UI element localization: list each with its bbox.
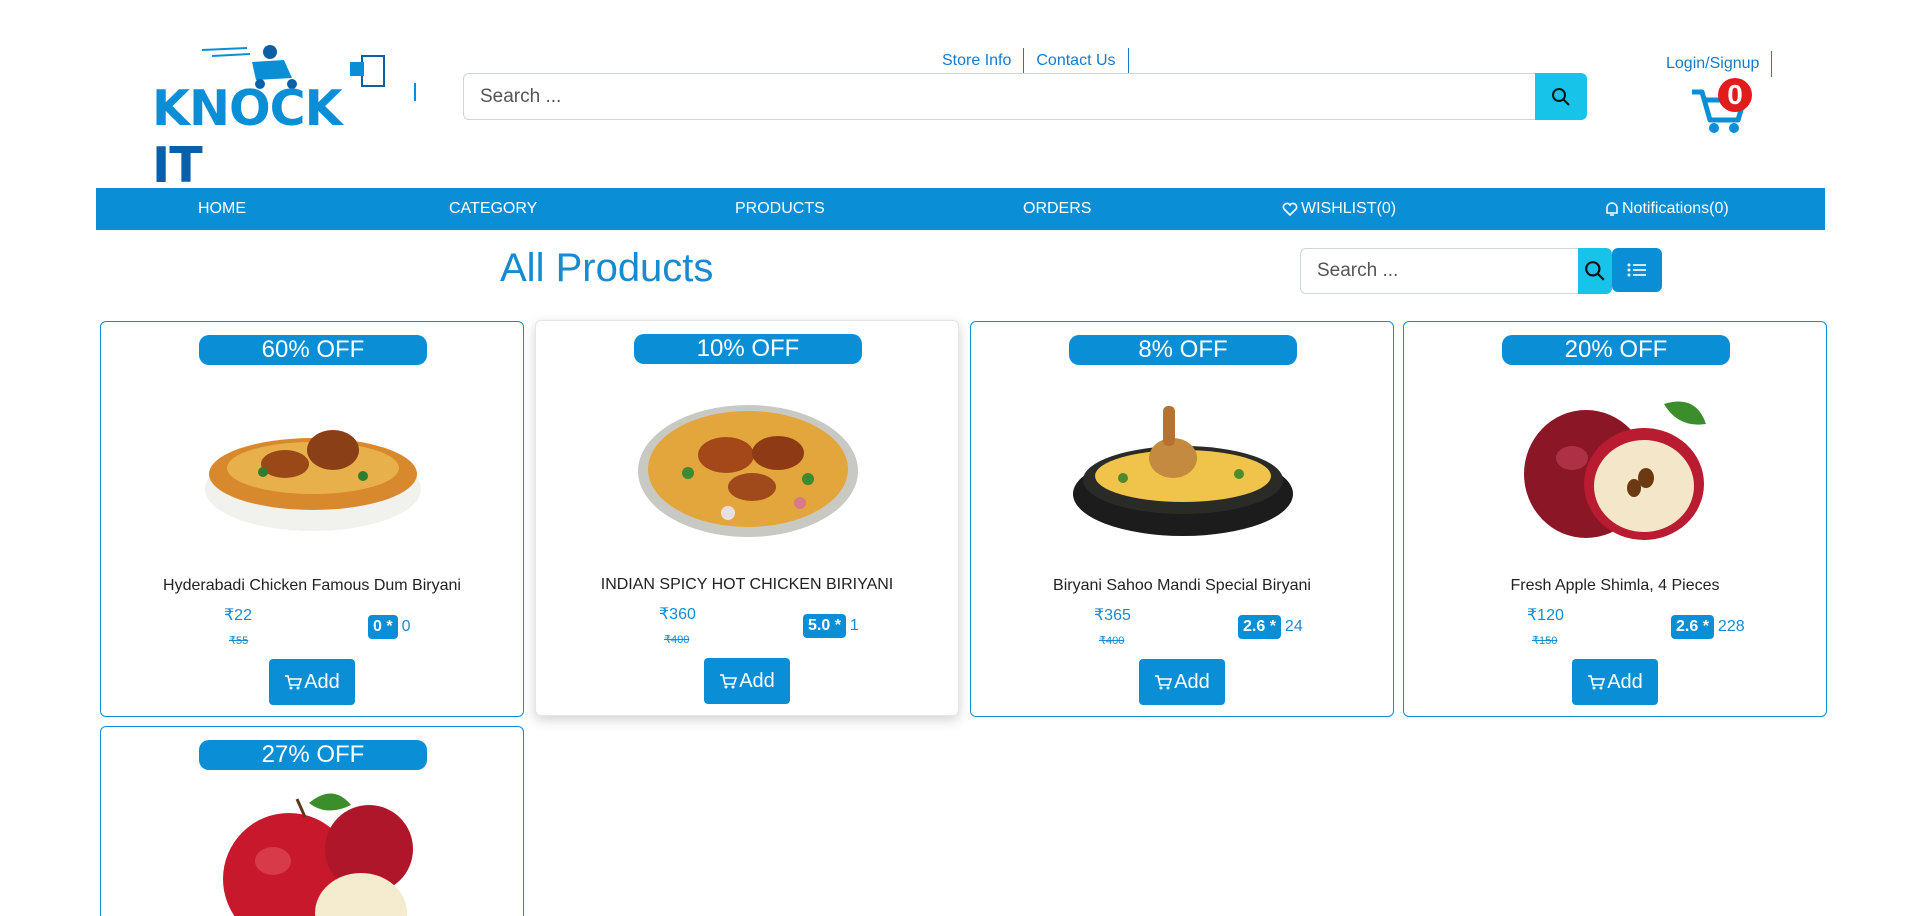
logo-text-knock: KNOCK (152, 80, 343, 137)
discount-badge: 20% OFF (1502, 335, 1730, 365)
add-to-cart-button[interactable]: Add (1572, 659, 1658, 705)
cart-icon (1588, 675, 1606, 690)
list-icon (1627, 263, 1646, 277)
heart-icon (1282, 202, 1298, 216)
product-rating: 0 * 0 (368, 615, 410, 639)
rating-badge: 5.0 * (803, 614, 846, 638)
product-name[interactable]: Hyderabadi Chicken Famous Dum Biryani (101, 577, 523, 595)
logo-divider (414, 83, 416, 101)
product-mrp: ₹150 (1532, 635, 1558, 647)
product-price: ₹365 (1094, 607, 1131, 624)
product-card[interactable]: 60% OFF Hyderabadi Chicken Famous Dum Bi… (100, 321, 524, 717)
add-label: Add (739, 669, 775, 692)
product-mrp: ₹55 (229, 635, 249, 647)
nav-orders[interactable]: ORDERS (1023, 188, 1091, 230)
product-rating: 5.0 * 1 (803, 614, 859, 638)
cart-count-badge: 0 (1718, 78, 1752, 112)
contact-us-link[interactable]: Contact Us (1024, 48, 1129, 74)
product-rating: 2.6 * 24 (1238, 615, 1303, 639)
product-mrp: ₹400 (1099, 635, 1125, 647)
discount-badge: 60% OFF (199, 335, 427, 365)
product-search (1300, 248, 1612, 294)
top-links: Store Info Contact Us (930, 48, 1129, 74)
add-label: Add (304, 670, 340, 693)
product-image-biryani-bowl (205, 430, 421, 531)
search-icon (1585, 261, 1605, 281)
product-image-biryani-handi (1073, 406, 1293, 536)
add-to-cart-button[interactable]: Add (704, 658, 790, 704)
nav-orders-label: ORDERS (1023, 200, 1092, 217)
login-signup-link[interactable]: Login/Signup (1666, 51, 1773, 77)
product-price: ₹22 (224, 607, 252, 624)
discount-badge: 8% OFF (1069, 335, 1297, 365)
logo[interactable]: KNOCK IT (152, 40, 392, 194)
nav-category-label: CATEGORY (449, 200, 538, 217)
nav-home-label: HOME (198, 200, 246, 217)
discount-badge: 10% OFF (634, 334, 862, 364)
rating-count: 228 (1717, 618, 1745, 635)
discount-badge: 27% OFF (199, 740, 427, 770)
store-info-link[interactable]: Store Info (930, 48, 1025, 74)
nav-products[interactable]: PRODUCTS (735, 188, 825, 230)
main-nav: HOME CATEGORY PRODUCTS ORDERS WISHLIST(0… (96, 188, 1825, 230)
add-label: Add (1607, 670, 1643, 693)
rating-badge: 0 * (368, 615, 398, 639)
add-label: Add (1174, 670, 1210, 693)
cart-icon (720, 674, 738, 689)
nav-category[interactable]: CATEGORY (449, 188, 537, 230)
product-price: ₹360 (659, 606, 696, 623)
header-search (463, 73, 1587, 120)
product-image-apple (1524, 401, 1706, 540)
page-title: All Products (500, 246, 714, 290)
product-card[interactable]: 20% OFF Fresh Apple Shimla, 4 Pieces ₹12… (1403, 321, 1827, 717)
product-rating: 2.6 * 228 (1671, 615, 1745, 639)
add-to-cart-button[interactable]: Add (269, 659, 355, 705)
rating-count: 1 (849, 617, 859, 634)
product-image-apples (223, 793, 413, 916)
add-to-cart-button[interactable]: Add (1139, 659, 1225, 705)
search-icon (1552, 87, 1570, 106)
product-card[interactable]: 8% OFF Biryani Sahoo Mandi Special Birya… (970, 321, 1394, 717)
product-price: ₹120 (1527, 607, 1564, 624)
header-search-button[interactable] (1535, 73, 1587, 120)
nav-notifications-label: Notifications(0) (1622, 200, 1729, 217)
product-mrp: ₹400 (664, 634, 690, 646)
product-image-biryani-platter (638, 405, 858, 537)
logo-text-it: IT (152, 137, 203, 194)
nav-wishlist-label: WISHLIST(0) (1301, 200, 1397, 217)
product-name[interactable]: Biryani Sahoo Mandi Special Biryani (971, 577, 1393, 595)
product-name[interactable]: Fresh Apple Shimla, 4 Pieces (1404, 577, 1826, 595)
product-card[interactable]: 10% OFF INDIAN SPICY HOT CHICKEN BIRIYAN… (535, 320, 959, 716)
nav-products-label: PRODUCTS (735, 200, 825, 217)
header-search-input[interactable] (463, 73, 1535, 120)
rating-badge: 2.6 * (1671, 615, 1714, 639)
product-search-input[interactable] (1300, 248, 1578, 294)
cart-icon (1155, 675, 1173, 690)
nav-notifications[interactable]: Notifications(0) (1605, 188, 1729, 230)
list-view-button[interactable] (1612, 248, 1662, 292)
product-search-button[interactable] (1578, 248, 1612, 294)
rating-count: 0 (401, 618, 411, 635)
bell-icon (1606, 202, 1618, 216)
nav-wishlist[interactable]: WISHLIST(0) (1282, 188, 1396, 230)
product-name[interactable]: INDIAN SPICY HOT CHICKEN BIRIYANI (536, 576, 958, 594)
cart-icon (285, 675, 303, 690)
rating-badge: 2.6 * (1238, 615, 1281, 639)
nav-home[interactable]: HOME (198, 188, 246, 230)
cart-button[interactable]: 0 (1690, 78, 1760, 133)
product-card[interactable]: 27% OFF (100, 726, 524, 916)
rating-count: 24 (1284, 618, 1303, 635)
